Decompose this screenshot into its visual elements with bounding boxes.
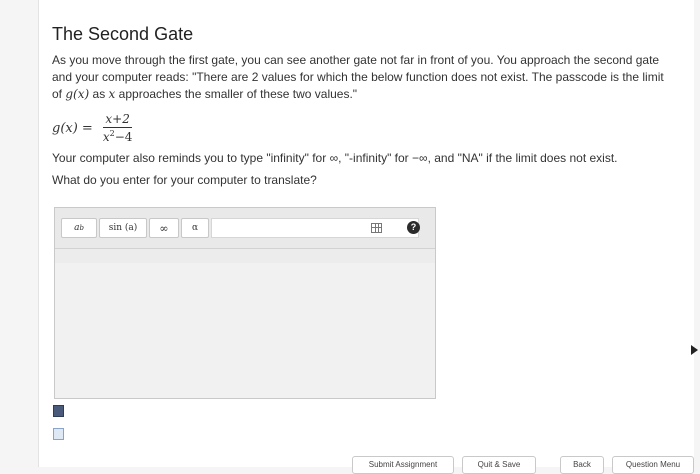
reminder-part1: Your computer also reminds you to type "…: [52, 151, 327, 165]
reminder-part3: , and "NA" if the limit does not exist.: [427, 151, 618, 165]
problem-text-end: approaches the smaller of these two valu…: [118, 87, 358, 101]
question-text: What do you enter for your computer to t…: [52, 173, 317, 187]
fraction-denominator: x2−4: [101, 128, 135, 144]
alpha-button[interactable]: α: [181, 218, 209, 238]
neg-infinity-symbol: −∞: [412, 151, 428, 165]
fraction-numerator: x+2: [103, 112, 132, 128]
resource-icon[interactable]: [53, 405, 64, 417]
question-menu-button[interactable]: Question Menu: [612, 456, 694, 474]
math-toolbar: ab sin (a) ∞ α ?: [55, 208, 435, 249]
infinity-symbol: ∞: [329, 151, 339, 165]
problem-text: As you move through the first gate, you …: [52, 52, 672, 103]
answer-input[interactable]: [55, 263, 435, 398]
document-icon[interactable]: [53, 428, 64, 440]
function-formula: g(x) = x+2 x2−4: [52, 111, 134, 145]
reminder-part2: , "-infinity" for: [338, 151, 409, 165]
sin-button[interactable]: sin (a): [99, 218, 147, 238]
fraction: x+2 x2−4: [101, 112, 135, 144]
variable-ref: x: [108, 87, 116, 101]
table-icon[interactable]: [371, 223, 382, 233]
help-icon[interactable]: ?: [407, 221, 420, 234]
function-ref: g(x): [65, 87, 90, 101]
formula-lhs: g(x) =: [52, 120, 93, 136]
denominator-rest: −4: [114, 130, 133, 144]
answer-editor: ab sin (a) ∞ α ?: [54, 207, 436, 399]
cursor-icon: [691, 345, 698, 355]
back-button[interactable]: Back: [560, 456, 604, 474]
power-exponent: b: [79, 224, 84, 232]
editor-subbar: [55, 249, 435, 263]
denominator-base: x: [102, 130, 110, 144]
submit-assignment-button[interactable]: Submit Assignment: [352, 456, 454, 474]
infinity-button[interactable]: ∞: [149, 218, 179, 238]
quit-save-button[interactable]: Quit & Save: [462, 456, 536, 474]
page-title: The Second Gate: [52, 24, 194, 44]
problem-text-mid: as: [92, 87, 106, 101]
power-button[interactable]: ab: [61, 218, 97, 238]
reminder-text: Your computer also reminds you to type "…: [52, 150, 672, 166]
toolbar-spacer: [211, 218, 419, 238]
